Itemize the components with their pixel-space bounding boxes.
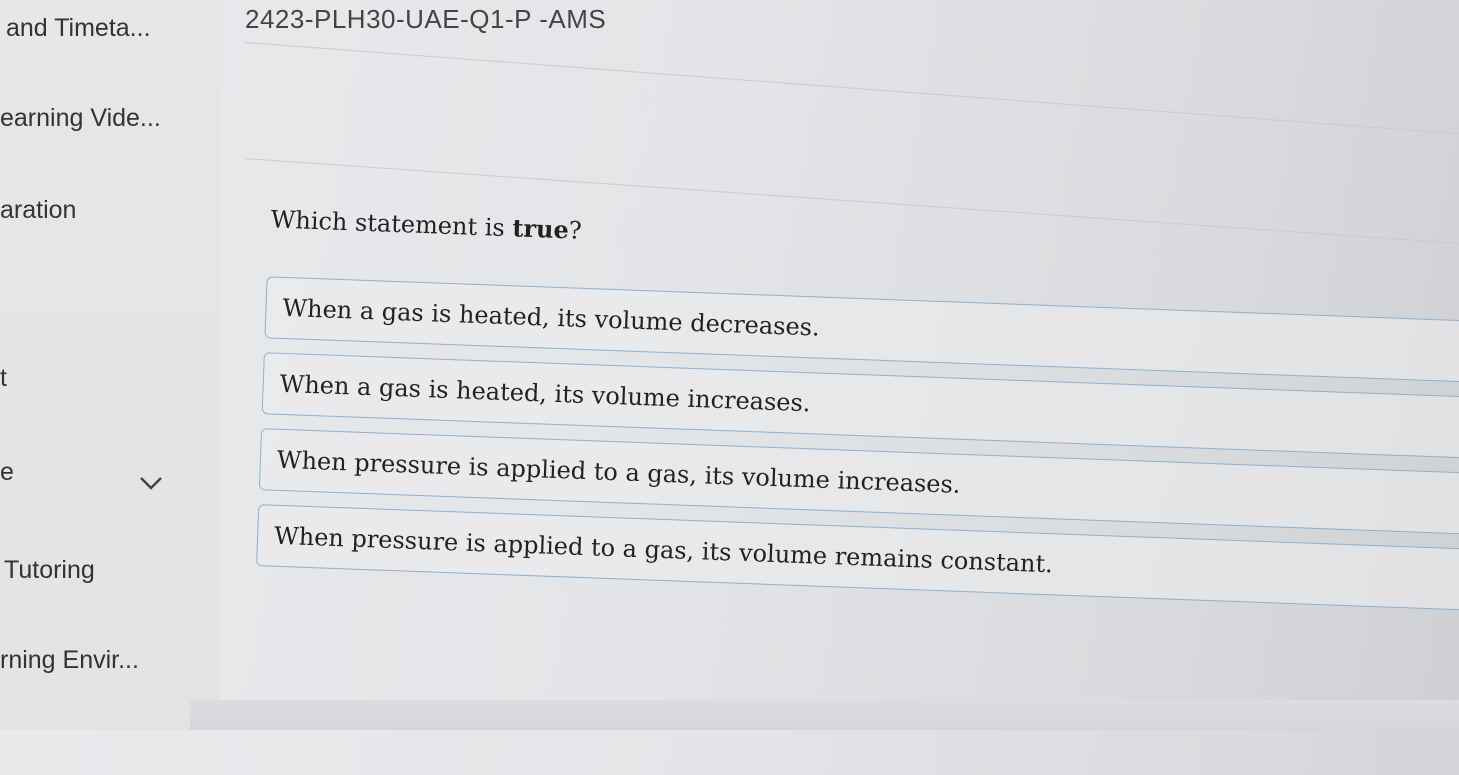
question-text: Which statement is true? <box>270 204 582 244</box>
answer-option-label: When pressure is applied to a gas, its v… <box>276 445 961 499</box>
question-panel: Which statement is true? When a gas is h… <box>0 0 1459 774</box>
answer-option-label: When a gas is heated, its volume increas… <box>279 369 811 418</box>
question-prefix: Which statement is <box>270 205 513 243</box>
question-emphasis: true <box>511 213 570 245</box>
question-suffix: ? <box>568 216 583 245</box>
footer-area <box>190 700 1459 730</box>
answer-option-label: When a gas is heated, its volume decreas… <box>282 293 821 342</box>
answer-option-label: When pressure is applied to a gas, its v… <box>273 521 1054 579</box>
